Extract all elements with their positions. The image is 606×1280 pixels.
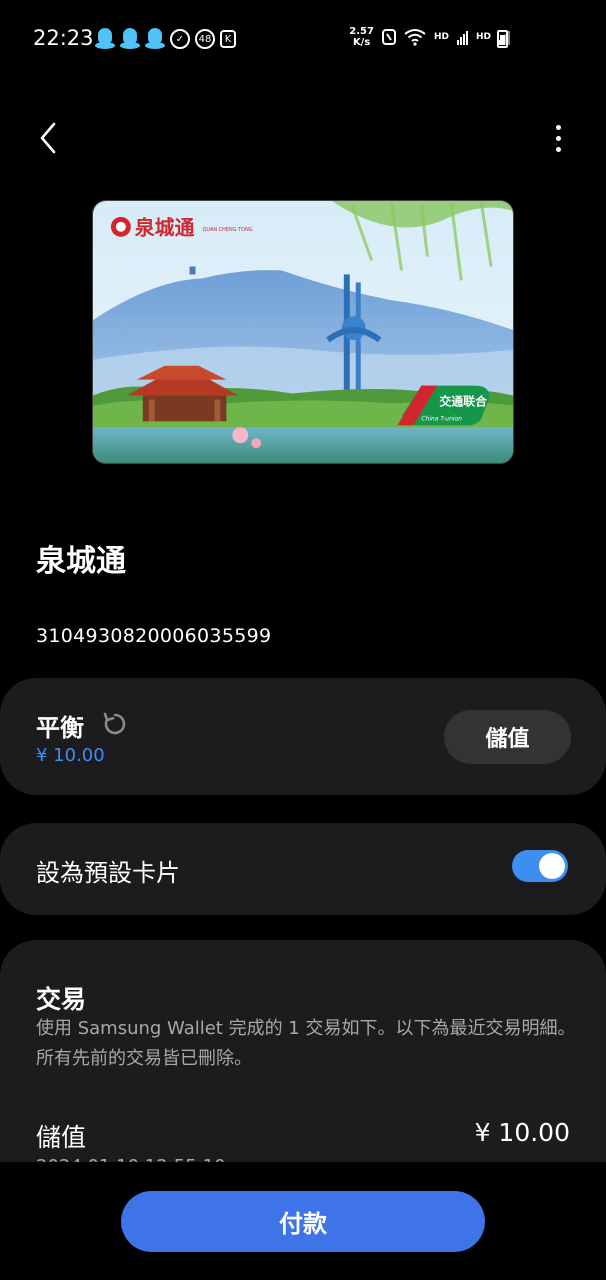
refresh-icon[interactable]: [102, 711, 128, 737]
card-brand-name: 泉城通: [134, 217, 195, 240]
more-options-button[interactable]: [543, 120, 573, 156]
status-time: 22:23: [33, 26, 94, 50]
system-icons: 2.57 K/s HD HD: [349, 26, 510, 48]
balance-label: 平衡: [36, 714, 84, 742]
card-name: 泉城通: [36, 544, 126, 579]
more-vertical-icon-dot: [555, 135, 561, 141]
more-vertical-icon-dot: [555, 124, 561, 130]
default-card-toggle[interactable]: [512, 850, 568, 882]
sim1-hd-label: HD: [433, 32, 449, 42]
default-card-label: 設為預設卡片: [36, 859, 180, 887]
union-logo-en: China T-union: [421, 415, 462, 422]
network-speed: 2.57 K/s: [349, 26, 374, 48]
notification-icons: ✓ 48 K: [95, 28, 236, 50]
back-button[interactable]: [30, 118, 66, 158]
chevron-left-icon: [40, 122, 56, 154]
transaction-label[interactable]: 儲值: [36, 1118, 86, 1154]
balance-panel: 平衡 ¥ 10.00 儲值: [0, 678, 606, 795]
status-bar: 22:23 ✓ 48 K 2.57 K/s HD HD: [0, 0, 606, 80]
k-app-icon: K: [220, 30, 236, 48]
transaction-amount: ¥ 10.00: [474, 1118, 570, 1147]
default-card-panel: 設為預設卡片: [0, 823, 606, 915]
nfc-icon: [381, 29, 396, 45]
pay-button[interactable]: 付款: [121, 1191, 485, 1252]
signal-icon: [456, 29, 468, 45]
qq-icon: [145, 28, 165, 50]
qq-icon: [120, 28, 140, 50]
notification-count-badge: 48: [195, 29, 215, 49]
card-number: 3104930820006035599: [36, 625, 272, 647]
card-brand-subtitle: QUAN CHENG TONG: [202, 227, 252, 233]
balance-value: ¥ 10.00: [36, 745, 105, 766]
toggle-knob: [539, 853, 565, 879]
sim2-hd-label: HD: [475, 32, 491, 42]
transit-card-image[interactable]: 泉城通 QUAN CHENG TONG 交通联合 China T-union: [92, 200, 514, 464]
transactions-title: 交易: [36, 985, 87, 1014]
check-app-icon: ✓: [170, 29, 190, 49]
battery-icon: [497, 30, 508, 48]
wifi-icon: [404, 29, 426, 46]
card-artwork: 泉城通 QUAN CHENG TONG 交通联合 China T-union: [93, 201, 513, 463]
more-vertical-icon-dot: [555, 146, 561, 152]
topup-button[interactable]: 儲值: [444, 710, 571, 764]
transactions-description: 使用 Samsung Wallet 完成的 1 交易如下。以下為最近交易明細。所…: [36, 1018, 576, 1069]
union-logo-cn: 交通联合: [439, 394, 487, 408]
qq-icon: [95, 28, 115, 50]
bottom-action-bar: 付款: [0, 1162, 606, 1280]
